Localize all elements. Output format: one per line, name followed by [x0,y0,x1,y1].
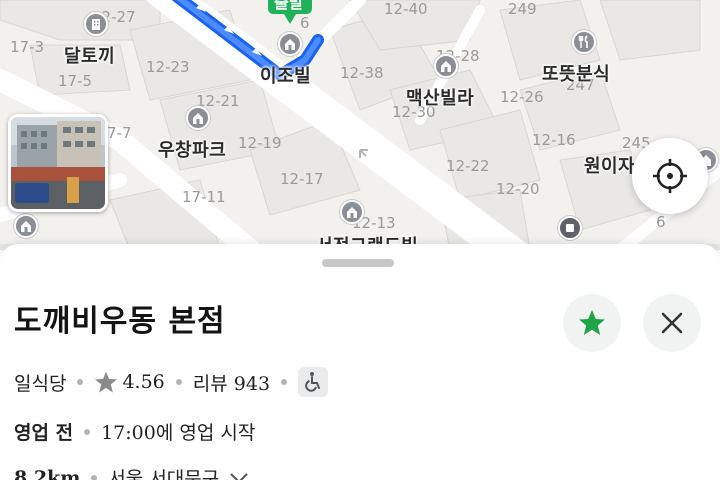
street-view-thumbnail[interactable] [8,114,108,212]
lot-label: 12-38 [340,64,384,82]
lot-label: 17-11 [182,188,226,206]
start-pin[interactable]: 출발 [264,0,316,28]
lot-label: 12-40 [384,0,428,18]
distance-text: 8.2km [14,466,81,480]
poi-label-maeksan[interactable]: 맥산빌라 [406,84,474,110]
lot-label: 12-16 [532,131,576,149]
hours-text[interactable]: 17:00에 영업 시작 [101,418,255,445]
building-icon[interactable] [84,12,108,36]
favorite-button[interactable] [563,294,621,352]
separator-dot [84,428,91,435]
chevron-down-icon[interactable] [229,472,249,480]
lot-label: 6 [656,213,666,231]
building-icon[interactable] [186,106,210,130]
lot-label: 17-5 [58,72,93,90]
lot-label: 12-22 [446,157,490,175]
separator-dot [77,379,84,385]
star-icon [579,310,605,335]
review-link[interactable]: 리뷰 943 [193,369,270,396]
locate-button[interactable] [632,138,708,214]
info-row-hours: 영업 전 17:00에 영업 시작 [14,418,255,445]
restaurant-icon[interactable] [572,30,596,54]
rating-value: 4.56 [122,371,165,393]
close-icon [661,312,683,334]
sheet-grabber[interactable] [322,259,394,267]
lot-label: 12-17 [280,170,324,188]
building-icon[interactable] [14,214,38,238]
building-icon[interactable] [340,200,364,224]
poi-label-ttotot[interactable]: 또뜻분식 [542,60,610,86]
building-icon[interactable] [278,32,302,56]
building-icon[interactable] [434,54,458,78]
info-row-summary: 일식당 4.56 리뷰 943 [14,367,329,397]
separator-dot [175,379,182,385]
place-title: 도깨비우동 본점 [14,304,226,339]
lot-label: 12-20 [496,180,540,198]
poi-label-uchang[interactable]: 우창파크 [158,136,226,162]
rating-star-icon [95,371,118,393]
lot-label: 17-3 [10,38,45,56]
map-view[interactable]: 12-27 17-3 17-5 12-23 12-21 7-7 12-19 17… [0,0,720,250]
poi-label-ijobil[interactable]: 이조빌 [260,62,311,88]
separator-dot [91,474,98,480]
wheelchair-badge[interactable] [298,367,329,397]
place-detail-sheet: 도깨비우동 본점 일식당 4.56 리뷰 943 영업 전 17:00에 영업 … [0,244,720,480]
separator-dot [281,379,288,385]
lot-label: 12-23 [146,58,190,76]
lot-label: 249 [508,0,537,18]
category-text: 일식당 [14,372,67,395]
close-button[interactable] [643,294,701,352]
locate-icon [653,159,687,193]
lot-label: 7-7 [107,124,132,142]
info-row-location: 8.2km 서울 서대문구 [14,464,249,480]
building-icon[interactable] [558,216,582,240]
business-status: 영업 전 [14,422,74,444]
lot-label: 12-19 [238,134,282,152]
poi-label-daltokki[interactable]: 달토끼 [64,42,115,68]
lot-label: 12-26 [500,88,544,106]
wheelchair-icon [305,372,321,392]
poi-label-wonija[interactable]: 원이자 [584,152,635,178]
start-pin-label: 출발 [274,0,304,12]
address-text[interactable]: 서울 서대문구 [108,464,219,480]
